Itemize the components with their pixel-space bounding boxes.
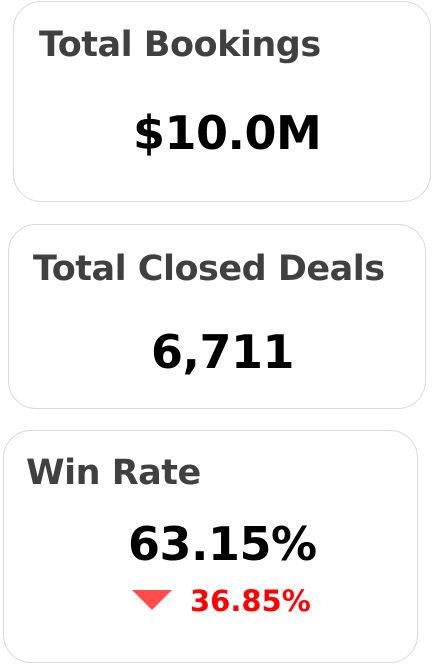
win-rate-title: Win Rate xyxy=(26,453,201,493)
total-bookings-value: $10.0M xyxy=(133,106,322,160)
total-closed-deals-card: Total Closed Deals 6,711 xyxy=(8,224,426,409)
total-bookings-card: Total Bookings $10.0M xyxy=(13,1,431,202)
win-rate-delta: 36.85% xyxy=(132,587,311,616)
win-rate-value: 63.15% xyxy=(128,517,317,571)
total-closed-deals-value: 6,711 xyxy=(151,325,295,379)
win-rate-delta-value: 36.85% xyxy=(190,584,311,618)
total-bookings-title: Total Bookings xyxy=(39,25,321,65)
total-closed-deals-title: Total Closed Deals xyxy=(33,249,385,289)
triangle-down-icon xyxy=(132,589,172,610)
win-rate-card: Win Rate 63.15% 36.85% xyxy=(3,430,418,663)
